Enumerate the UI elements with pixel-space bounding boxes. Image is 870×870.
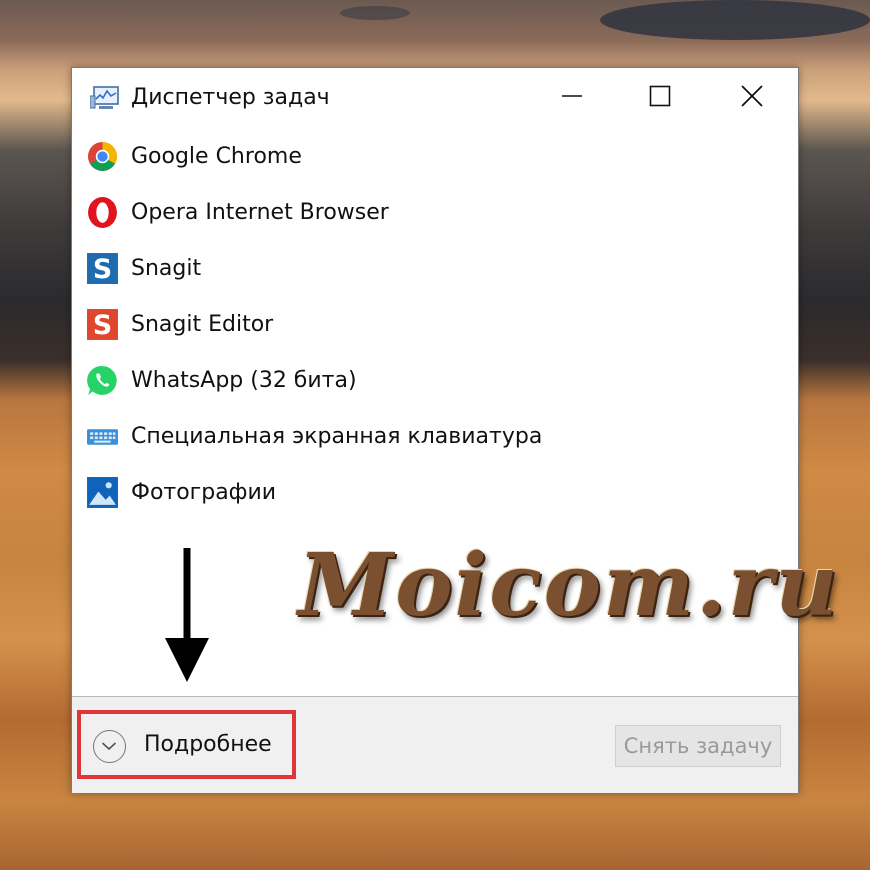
list-item[interactable]: WhatsApp (32 бита) [72, 356, 798, 406]
end-task-button[interactable]: Снять задачу [615, 725, 781, 767]
keyboard-icon [87, 429, 118, 445]
arrow-down-icon [165, 548, 209, 682]
footer-bar: Подробнее Снять задачу [72, 697, 798, 793]
maximize-icon [649, 85, 671, 107]
list-item[interactable]: Google Chrome [72, 132, 798, 182]
snagit-icon: S [87, 253, 118, 285]
list-item-label: WhatsApp (32 бита) [131, 368, 357, 393]
task-manager-icon [90, 86, 119, 109]
cloud [600, 0, 870, 40]
details-label[interactable]: Подробнее [144, 732, 272, 757]
list-item[interactable]: Фотографии [72, 468, 798, 518]
list-item[interactable]: Opera Internet Browser [72, 188, 798, 238]
list-item[interactable]: S Snagit [72, 244, 798, 294]
svg-text:S: S [93, 254, 112, 285]
list-item[interactable]: S Snagit Editor [72, 300, 798, 350]
minimize-icon [562, 95, 582, 97]
whatsapp-icon [87, 366, 117, 395]
snagit-editor-icon: S [87, 309, 118, 341]
list-item-label: Специальная экранная клавиатура [131, 424, 543, 449]
chrome-icon [88, 142, 117, 171]
maximize-button[interactable] [628, 74, 692, 118]
close-button[interactable] [720, 74, 784, 118]
cloud [340, 6, 410, 20]
close-icon [741, 85, 763, 107]
title-bar[interactable]: Диспетчер задач [72, 68, 798, 126]
watermark: Moicom.ru [298, 535, 840, 636]
list-item-label: Snagit Editor [131, 312, 274, 337]
opera-icon [88, 197, 117, 228]
task-manager-window: Диспетчер задач Google Chrome Opera Inte… [71, 67, 799, 793]
list-item-label: Google Chrome [131, 144, 302, 169]
details-button[interactable] [93, 730, 126, 763]
list-item-label: Opera Internet Browser [131, 200, 389, 225]
minimize-button[interactable] [540, 74, 604, 118]
list-item-label: Фотографии [131, 480, 277, 505]
list-item-label: Snagit [131, 256, 202, 281]
details-highlight[interactable]: Подробнее [77, 710, 296, 779]
window-title: Диспетчер задач [131, 85, 330, 110]
chevron-down-icon [101, 742, 117, 751]
list-item[interactable]: Специальная экранная клавиатура [72, 412, 798, 462]
photos-icon [87, 477, 118, 508]
svg-text:S: S [93, 310, 112, 341]
